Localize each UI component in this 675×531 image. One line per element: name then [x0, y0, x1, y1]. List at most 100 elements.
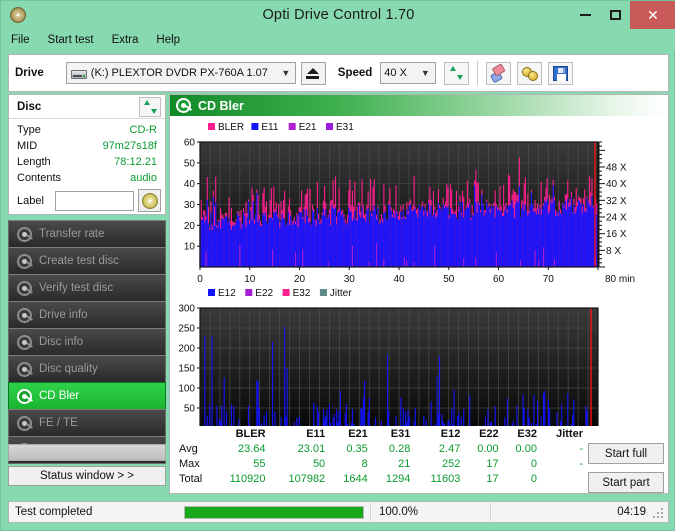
disc-row-mid-value: 97m27s18f: [102, 140, 157, 152]
svg-text:E11: E11: [261, 122, 278, 133]
cell-avg-bler: 23.64: [237, 442, 266, 455]
minimize-button[interactable]: [570, 1, 600, 29]
disc-label-key: Label: [17, 194, 44, 207]
erase-button[interactable]: [486, 61, 512, 85]
sidebar-item-disc-info[interactable]: Disc info: [8, 328, 166, 356]
svg-text:80 min: 80 min: [605, 274, 635, 285]
sidebar-item-create-test-disc[interactable]: Create test disc: [8, 247, 166, 275]
resize-grip-icon[interactable]: [653, 508, 665, 520]
disc-row-length-key: Length: [17, 156, 51, 168]
disc-detect-button[interactable]: [138, 189, 161, 212]
cell-total-e21: 1644: [343, 472, 368, 485]
maximize-icon: [609, 10, 621, 20]
svg-text:10: 10: [244, 274, 256, 285]
chevron-down-icon: ▼: [281, 68, 291, 78]
disc-icon: [17, 253, 33, 269]
svg-text:10: 10: [184, 242, 196, 253]
cell-max-e21: 8: [361, 457, 368, 470]
row-label-max: Max: [179, 457, 200, 470]
sidebar-item-drive-info[interactable]: Drive info: [8, 301, 166, 329]
table-row: Avg 23.64 23.01 0.35 0.28 2.47 0.00 0.00…: [176, 441, 586, 456]
eject-button[interactable]: [300, 61, 326, 85]
svg-text:E32: E32: [293, 288, 311, 299]
svg-text:50: 50: [184, 404, 196, 415]
svg-text:24 X: 24 X: [606, 213, 627, 224]
svg-text:30: 30: [184, 200, 196, 211]
cell-total-e11: 107982: [288, 472, 326, 485]
menu-item-file[interactable]: File: [11, 34, 30, 46]
toolbar-divider: [477, 61, 479, 85]
start-full-button[interactable]: Start full: [588, 443, 664, 464]
row-label-total: Total: [179, 472, 203, 485]
main-panel: CD Bler BLER E11 E21 E31 10 20 30 40 50 60 8 X 16 X…: [169, 94, 669, 494]
disc-icon: [176, 98, 192, 113]
title-bar: Opti Drive Control 1.70 ✕: [1, 1, 675, 29]
svg-text:40 X: 40 X: [606, 179, 627, 190]
svg-text:E31: E31: [336, 122, 354, 133]
disc-row-contents-key: Contents: [17, 172, 62, 184]
disc-row-mid-key: MID: [17, 140, 38, 152]
chevron-down-icon: ▼: [420, 68, 430, 78]
sidebar-item-transfer-rate[interactable]: Transfer rate: [8, 220, 166, 248]
svg-text:32 X: 32 X: [606, 196, 627, 207]
cell-max-e32: 0: [530, 457, 537, 470]
maximize-button[interactable]: [600, 1, 630, 29]
sidebar-item-verify-test-disc[interactable]: Verify test disc: [8, 274, 166, 302]
coins-button[interactable]: [517, 61, 543, 85]
table-row: Max 55 50 8 21 252 17 0 -: [176, 456, 586, 471]
disc-row-type-value: CD-R: [129, 124, 158, 136]
refresh-icon: [449, 66, 464, 80]
svg-text:200: 200: [178, 344, 195, 355]
cell-total-e32: 0: [530, 472, 537, 485]
col-e11: E11: [306, 428, 326, 440]
save-icon: [553, 65, 569, 81]
cell-avg-e12: 2.47: [438, 442, 461, 455]
sidebar-item-disc-quality[interactable]: Disc quality: [8, 355, 166, 383]
sidebar-item-label: Transfer rate: [39, 228, 105, 240]
speed-select[interactable]: 40 X ▼: [380, 62, 437, 84]
sidebar-item-fe-te[interactable]: FE / TE: [8, 409, 166, 437]
col-bler: BLER: [235, 428, 266, 440]
status-window-button[interactable]: Status window > >: [8, 466, 166, 486]
table-corner: [176, 428, 210, 441]
disc-icon: [17, 307, 33, 323]
close-button[interactable]: ✕: [630, 1, 675, 29]
svg-text:250: 250: [178, 324, 195, 335]
cell-max-bler: 55: [253, 457, 266, 470]
disc-label-input[interactable]: [55, 190, 135, 211]
disc-icon: [17, 388, 33, 404]
svg-text:300: 300: [178, 304, 195, 315]
save-button[interactable]: [548, 61, 574, 85]
disc-row-length-value: 78:12.21: [114, 156, 157, 168]
disc-info-rows: Type CD-R MID 97m27s18f Length 78:12.21 …: [9, 119, 165, 186]
sidebar-item-label: Drive info: [39, 309, 88, 321]
cell-max-e12: 252: [441, 457, 461, 470]
statistics-table: BLER E11 E21 E31 E12 E22 E32 Jitter Avg …: [176, 428, 586, 486]
col-e31: E31: [390, 428, 411, 440]
sidebar-item-label: Disc info: [39, 336, 84, 348]
cell-total-e12: 11603: [430, 472, 461, 485]
svg-text:40: 40: [184, 179, 196, 190]
sidebar-item-label: FE / TE: [39, 417, 78, 429]
disc-refresh-button[interactable]: [139, 96, 161, 117]
nav-list: Transfer rate Create test disc Verify te…: [8, 220, 166, 464]
svg-text:20: 20: [184, 221, 196, 232]
sidebar-item-cd-bler[interactable]: CD Bler: [8, 382, 166, 410]
menu-item-start-test[interactable]: Start test: [48, 34, 94, 46]
disc-icon: [17, 334, 33, 350]
svg-text:BLER: BLER: [218, 122, 244, 133]
start-part-button[interactable]: Start part: [588, 472, 664, 493]
menu-item-extra[interactable]: Extra: [112, 34, 139, 46]
sidebar-filler: [8, 444, 166, 461]
svg-text:Jitter: Jitter: [330, 288, 352, 299]
eject-icon: [306, 67, 320, 80]
sidebar-item-label: Create test disc: [39, 255, 119, 267]
disc-row-type: Type CD-R: [17, 122, 157, 138]
sidebar-item-label: Verify test disc: [39, 282, 114, 294]
disc-panel: Disc Type CD-R MID 97m27s18f Length 78:1…: [8, 94, 166, 215]
svg-text:20: 20: [294, 274, 306, 285]
refresh-button[interactable]: [444, 61, 470, 85]
cell-avg-e31: 0.28: [388, 442, 411, 455]
drive-select[interactable]: (K:) PLEXTOR DVDR PX-760A 1.07 ▼: [65, 62, 296, 84]
menu-item-help[interactable]: Help: [156, 34, 180, 46]
